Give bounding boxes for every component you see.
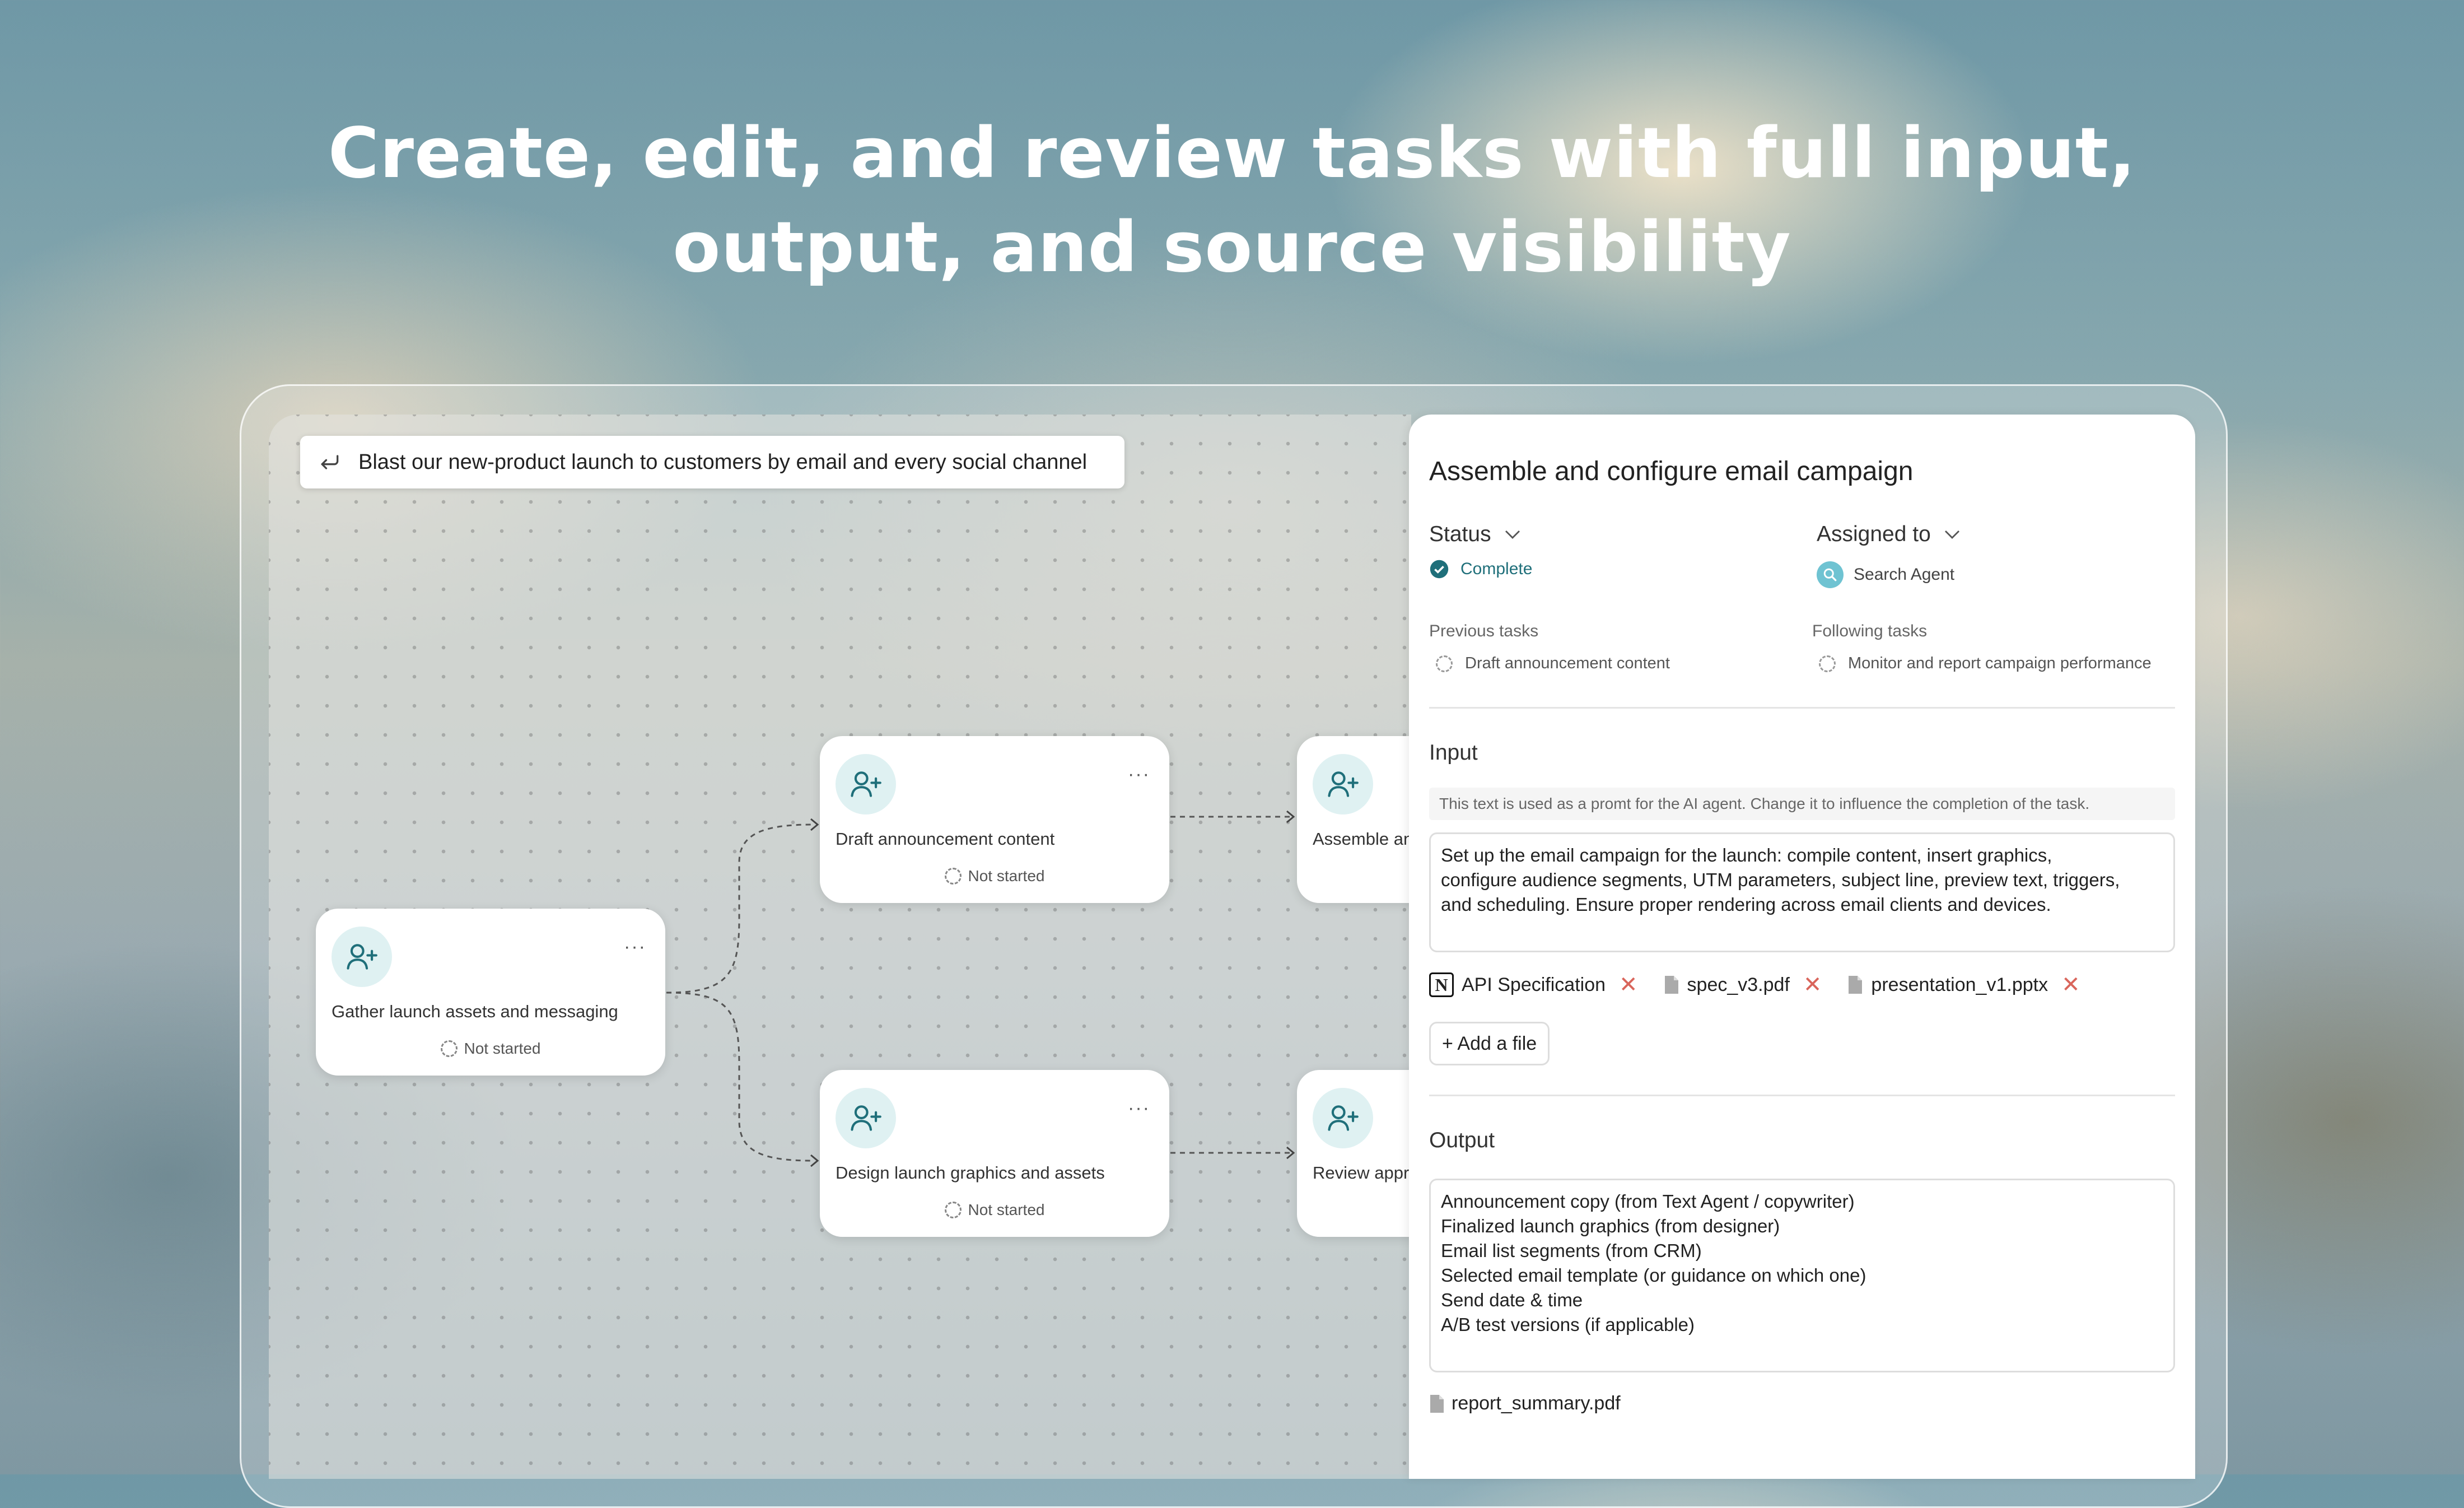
node-title: Assemble an (1313, 829, 1413, 849)
task-node-draft[interactable]: ··· Draft announcement content Not start… (820, 736, 1169, 903)
task-node-design[interactable]: ··· Design launch graphics and assets No… (820, 1070, 1169, 1237)
add-person-icon (1313, 754, 1373, 814)
status-label: Status (1429, 522, 1491, 546)
input-label: Input (1429, 741, 1478, 765)
node-title: Gather launch assets and messaging (332, 1002, 618, 1021)
node-title: Draft announcement content (836, 829, 1055, 849)
assigned-to-dropdown[interactable]: Assigned to (1817, 522, 1961, 547)
prompt-text: Blast our new-product launch to customer… (358, 450, 1088, 474)
return-arrow-icon (321, 455, 339, 469)
search-icon (1823, 568, 1837, 581)
node-title: Design launch graphics and assets (836, 1163, 1105, 1183)
following-tasks-label: Following tasks (1812, 622, 1928, 640)
remove-file-icon[interactable]: ✕ (1619, 974, 1638, 996)
output-label: Output (1429, 1128, 1495, 1152)
divider (1429, 1095, 2175, 1096)
edge-gather-to-draft (666, 823, 813, 994)
not-started-icon (1819, 655, 1836, 672)
not-started-icon (440, 1040, 458, 1057)
node-title: Review appr (1313, 1163, 1410, 1183)
notion-icon: N (1429, 972, 1454, 997)
prompt-bar[interactable]: Blast our new-product launch to customer… (300, 436, 1124, 488)
node-status: Not started (316, 1040, 665, 1058)
divider (1429, 707, 2175, 709)
add-person-icon (836, 754, 896, 814)
add-person-icon (836, 1088, 896, 1148)
task-detail-panel: Assemble and configure email campaign St… (1409, 415, 2195, 1479)
not-started-icon (1436, 655, 1453, 672)
file-icon (1664, 976, 1678, 994)
input-hint: This text is used as a promt for the AI … (1429, 788, 2175, 820)
edge-gather-to-design (666, 992, 813, 1162)
add-person-icon (1313, 1088, 1373, 1148)
previous-tasks-label: Previous tasks (1429, 622, 1539, 640)
panel-title: Assemble and configure email campaign (1429, 457, 1914, 486)
status-dropdown[interactable]: Status (1429, 522, 1522, 547)
add-file-button[interactable]: + Add a file (1429, 1022, 1550, 1065)
add-person-icon (332, 927, 392, 987)
remove-file-icon[interactable]: ✕ (1803, 974, 1822, 996)
node-menu-button[interactable]: ··· (1128, 1099, 1150, 1118)
node-menu-button[interactable]: ··· (624, 937, 646, 956)
node-menu-button[interactable]: ··· (1128, 765, 1150, 784)
status-value: Complete (1429, 559, 1532, 579)
search-agent-avatar (1817, 561, 1844, 588)
assigned-label: Assigned to (1817, 522, 1931, 546)
node-status: Not started (820, 867, 1169, 885)
attached-file[interactable]: presentation_v1.pptx ✕ (1847, 974, 2080, 996)
input-files: N API Specification ✕ spec_v3.pdf ✕ pres… (1429, 972, 2106, 997)
file-icon (1849, 976, 1863, 994)
file-icon (1430, 1394, 1444, 1413)
not-started-icon (944, 1202, 962, 1218)
attached-file[interactable]: N API Specification ✕ (1429, 972, 1638, 997)
output-textarea[interactable]: Announcement copy (from Text Agent / cop… (1429, 1179, 2175, 1372)
check-circle-icon (1430, 560, 1449, 579)
remove-file-icon[interactable]: ✕ (2061, 974, 2080, 996)
assigned-value: Search Agent (1817, 561, 1954, 588)
node-status: Not started (820, 1201, 1169, 1219)
chevron-down-icon (1944, 530, 1959, 539)
task-node-gather[interactable]: ··· Gather launch assets and messaging N… (316, 909, 665, 1076)
previous-task-item[interactable]: Draft announcement content (1436, 654, 1670, 673)
chevron-down-icon (1505, 530, 1520, 539)
attached-file[interactable]: spec_v3.pdf ✕ (1664, 974, 1822, 996)
output-file[interactable]: report_summary.pdf (1429, 1393, 1621, 1414)
following-task-item[interactable]: Monitor and report campaign performance (1819, 654, 2152, 673)
not-started-icon (944, 868, 962, 885)
input-textarea[interactable]: Set up the email campaign for the launch… (1429, 832, 2175, 952)
